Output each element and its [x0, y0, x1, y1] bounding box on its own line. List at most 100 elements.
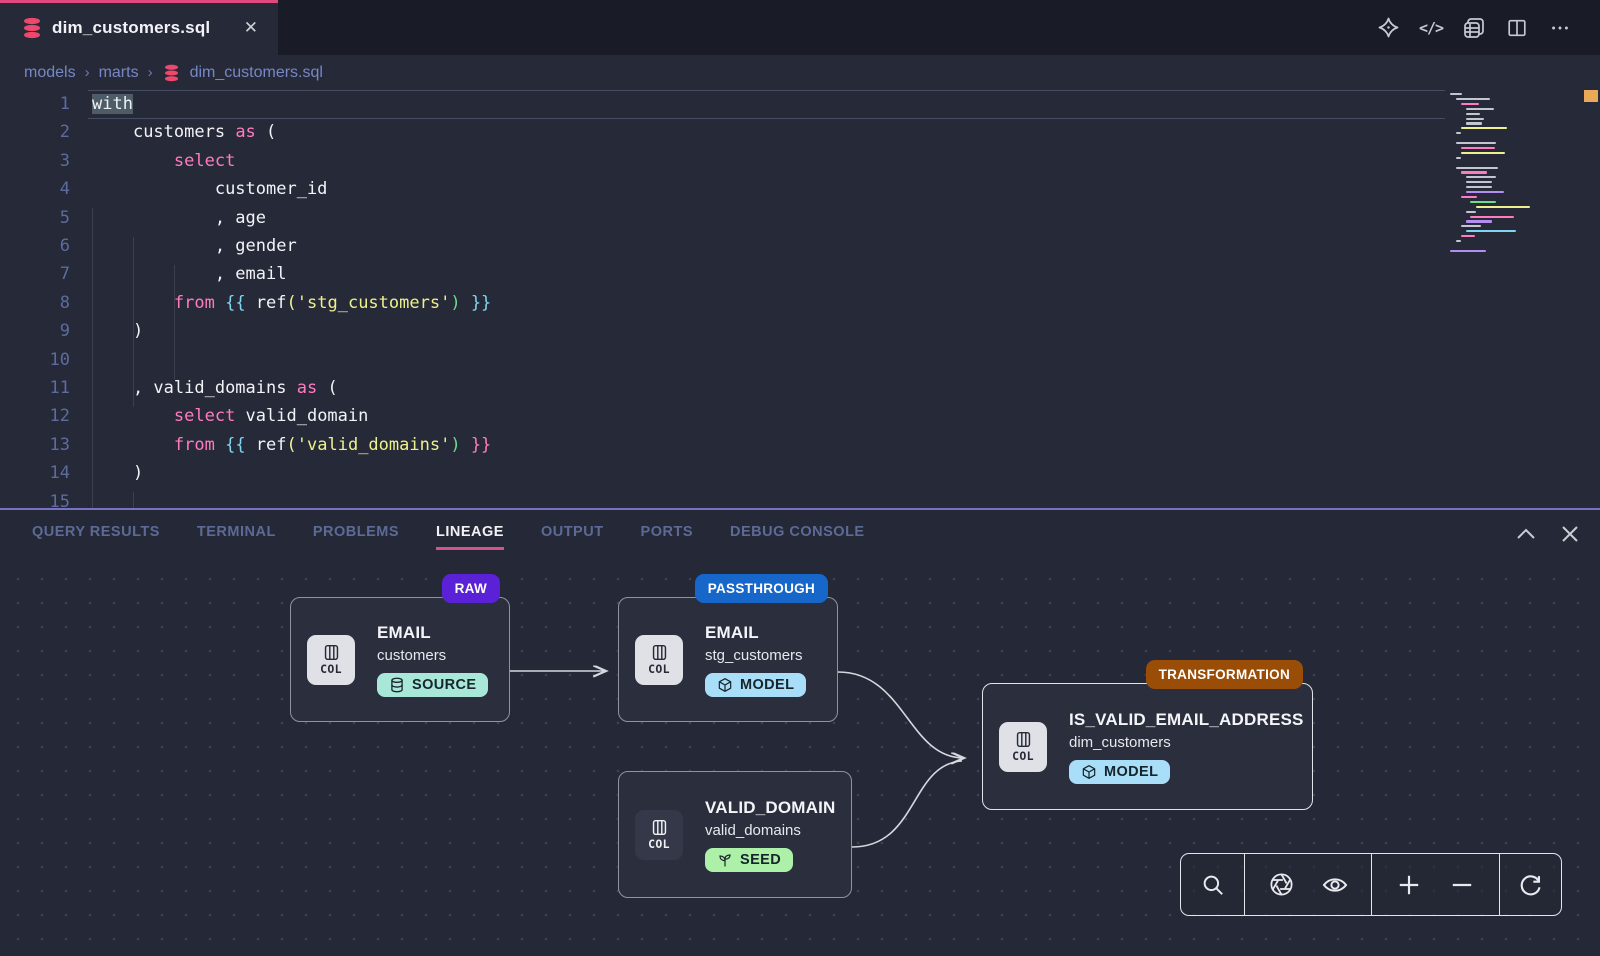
node-subtitle: dim_customers: [1069, 733, 1171, 752]
code-editor[interactable]: 123456789101112131415 with customers as …: [0, 90, 1600, 508]
line-number: 8: [0, 289, 70, 317]
tab-title: dim_customers.sql: [52, 18, 232, 38]
node-title: IS_VALID_EMAIL_ADDRESS: [1069, 709, 1304, 730]
panel-tab-query-results[interactable]: QUERY RESULTS: [32, 518, 160, 550]
editor-actions: </>: [1376, 0, 1600, 55]
line-number: 10: [0, 346, 70, 374]
lineage-toolbar: [1180, 853, 1562, 916]
node-type-badge[interactable]: MODEL: [1069, 760, 1170, 784]
eye-icon[interactable]: [1318, 868, 1352, 902]
split-editor-icon[interactable]: [1505, 16, 1529, 40]
breadcrumb-item-marts[interactable]: marts: [99, 64, 139, 82]
node-type-badge[interactable]: MODEL: [705, 673, 806, 697]
line-number: 6: [0, 232, 70, 260]
seedling-icon: [717, 852, 733, 868]
database-file-icon: [22, 17, 42, 39]
panel-tab-problems[interactable]: PROBLEMS: [313, 518, 399, 550]
breadcrumb: models › marts › dim_customers.sql: [0, 55, 1600, 90]
dbt-icon[interactable]: [1376, 16, 1400, 40]
database-file-icon: [163, 64, 180, 82]
code-line: select: [92, 147, 235, 175]
tab-dim-customers[interactable]: dim_customers.sql ✕: [0, 0, 278, 55]
column-chip: COL: [307, 635, 355, 685]
active-tab-accent: [0, 0, 278, 3]
panel-tab-ports[interactable]: PORTS: [641, 518, 693, 550]
code-line: customers as (: [92, 118, 276, 146]
column-chip: COL: [999, 722, 1047, 772]
node-title: VALID_DOMAIN: [705, 797, 836, 818]
panel-tab-lineage[interactable]: LINEAGE: [436, 518, 504, 550]
scrollbar-marker: [1584, 90, 1598, 102]
line-number: 1: [0, 90, 70, 118]
code-line: from {{ ref('stg_customers') }}: [92, 289, 491, 317]
panel-tab-debug-console[interactable]: DEBUG CONSOLE: [730, 518, 865, 550]
bottom-panel: QUERY RESULTS TERMINAL PROBLEMS LINEAGE OUTP…: [0, 510, 1600, 956]
edge-seed-to-dim: [852, 761, 962, 847]
indent-guide: [92, 208, 93, 508]
node-category-badge: RAW: [442, 574, 500, 603]
panel-tab-output[interactable]: OUTPUT: [541, 518, 604, 550]
line-number: 14: [0, 459, 70, 487]
close-icon[interactable]: [1562, 526, 1578, 542]
refresh-icon[interactable]: [1514, 868, 1548, 902]
search-icon[interactable]: [1196, 868, 1230, 902]
panel-tab-terminal[interactable]: TERMINAL: [197, 518, 276, 550]
node-type-badge[interactable]: SEED: [705, 848, 793, 872]
breadcrumb-separator: ›: [148, 64, 153, 81]
code-line: , gender: [92, 232, 297, 260]
cube-icon: [717, 677, 733, 693]
line-number: 13: [0, 431, 70, 459]
code-line: ): [92, 317, 143, 345]
plus-icon[interactable]: [1392, 868, 1426, 902]
line-number: 4: [0, 175, 70, 203]
node-type-badge[interactable]: SOURCE: [377, 673, 488, 697]
aperture-icon[interactable]: [1264, 868, 1298, 902]
database-icon: [389, 677, 405, 693]
current-line-highlight: [88, 90, 1445, 119]
code-line: ): [92, 459, 143, 487]
indent-guide: [174, 265, 175, 379]
more-icon[interactable]: [1548, 16, 1572, 40]
close-tab-icon[interactable]: ✕: [242, 17, 260, 38]
line-number: 9: [0, 317, 70, 345]
code-line: from {{ ref('valid_domains') }}: [92, 431, 491, 459]
breadcrumb-item-file[interactable]: dim_customers.sql: [190, 64, 323, 82]
minus-icon[interactable]: [1445, 868, 1479, 902]
node-title: EMAIL: [377, 622, 431, 643]
breadcrumb-separator: ›: [85, 64, 90, 81]
code-line: customer_id: [92, 175, 327, 203]
edge-stg-to-dim: [838, 672, 964, 758]
panel-tab-bar: QUERY RESULTS TERMINAL PROBLEMS LINEAGE OUTP…: [0, 510, 1600, 557]
cube-icon: [1081, 764, 1097, 780]
line-number: 7: [0, 260, 70, 288]
node-category-badge: PASSTHROUGH: [695, 574, 828, 603]
code-icon[interactable]: </>: [1419, 16, 1443, 40]
line-number: 5: [0, 204, 70, 232]
node-subtitle: customers: [377, 646, 446, 665]
lineage-node-customers[interactable]: RAWCOLEMAILcustomersSOURCE: [290, 597, 510, 722]
breadcrumb-item-models[interactable]: models: [24, 64, 76, 82]
ide-window: dim_customers.sql ✕ </>: [0, 0, 1600, 956]
lineage-node-valid_domains[interactable]: COL VALID_DOMAIN valid_domains SEED: [618, 771, 852, 898]
node-subtitle: stg_customers: [705, 646, 803, 665]
node-subtitle: valid_domains: [705, 821, 801, 840]
lineage-node-stg_customers[interactable]: PASSTHROUGHCOLEMAILstg_customersMODEL: [618, 597, 838, 722]
line-number: 12: [0, 402, 70, 430]
panel-actions: [1516, 510, 1578, 557]
lineage-node-dim_customers[interactable]: TRANSFORMATIONCOLIS_VALID_EMAIL_ADDRESSd…: [982, 683, 1313, 810]
chevron-up-icon[interactable]: [1516, 528, 1536, 540]
code-line: , valid_domains as (: [92, 374, 338, 402]
line-number: 15: [0, 488, 70, 508]
line-number: 11: [0, 374, 70, 402]
code-line: , age: [92, 204, 266, 232]
node-category-badge: TRANSFORMATION: [1146, 660, 1303, 689]
minimap[interactable]: [1450, 90, 1550, 508]
editor-tab-bar: dim_customers.sql ✕ </>: [0, 0, 1600, 55]
line-number: 3: [0, 147, 70, 175]
column-chip: COL: [635, 810, 683, 860]
indent-guide: [133, 492, 134, 508]
code-line: , email: [92, 260, 286, 288]
lineage-canvas[interactable]: RAW COL EMAIL customers SOURCE PASSTHROUGH COL…: [0, 557, 1600, 956]
query-results-icon[interactable]: [1462, 16, 1486, 40]
line-number: 2: [0, 118, 70, 146]
